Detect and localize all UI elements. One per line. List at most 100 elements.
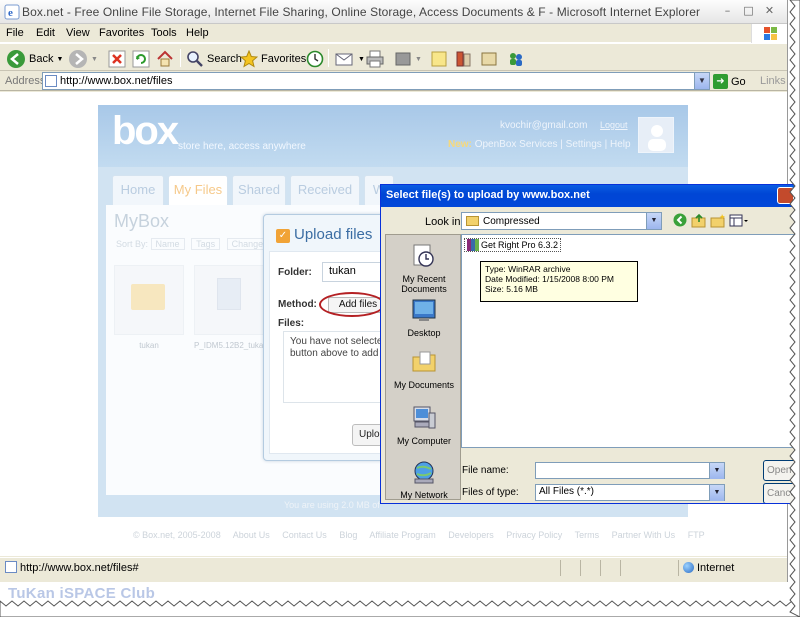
footer-link-terms[interactable]: Terms [575, 530, 600, 540]
up-folder-button[interactable] [691, 213, 707, 229]
files-of-type-select[interactable]: All Files (*.*) ▼ [535, 484, 725, 501]
views-menu-button[interactable] [729, 213, 749, 229]
file-name[interactable]: P_IDM5.12B2_tukan_seffenn.rar [194, 341, 310, 350]
tooltip-modified: Date Modified: 1/15/2008 8:00 PM [485, 274, 614, 284]
mail-dropdown-icon[interactable]: ▼ [358, 56, 365, 63]
stop-button[interactable] [108, 48, 126, 70]
sort-name-select[interactable]: Name [150, 238, 185, 250]
back-button[interactable]: Back ▼ [6, 48, 63, 70]
svg-text:e: e [8, 7, 13, 19]
go-button[interactable]: ➜ Go [713, 74, 746, 89]
mail-button[interactable]: ▼ [335, 48, 365, 70]
recent-documents-clock-icon [413, 244, 434, 267]
place-recent-documents[interactable]: My Recent Documents [386, 243, 462, 294]
status-divider [560, 560, 561, 576]
back-dropdown-icon[interactable]: ▼ [56, 56, 63, 63]
tab-my-files[interactable]: My Files [168, 175, 228, 205]
printer-icon [366, 50, 384, 68]
footer-link-developers[interactable]: Developers [448, 530, 494, 540]
menu-edit[interactable]: Edit [36, 27, 55, 39]
checkbox-icon: ✓ [276, 229, 290, 243]
footer-link-ftp[interactable]: FTP [688, 530, 705, 540]
ie-logo-icon: e [4, 4, 20, 20]
place-my-network[interactable]: My Network [386, 459, 462, 500]
tab-shared[interactable]: Shared [232, 175, 286, 205]
refresh-button[interactable] [132, 48, 150, 70]
menu-view[interactable]: View [66, 27, 90, 39]
address-input[interactable]: http://www.box.net/files ▼ [42, 72, 710, 90]
folder-name[interactable]: tukan [124, 341, 174, 350]
footer-link-privacy[interactable]: Privacy Policy [506, 530, 562, 540]
chevron-down-icon[interactable]: ▼ [646, 213, 661, 229]
print-button[interactable] [366, 48, 384, 70]
document-icon [217, 278, 241, 310]
menu-help[interactable]: Help [186, 27, 209, 39]
minimize-button[interactable]: – [720, 4, 735, 18]
place-my-computer[interactable]: My Computer [386, 405, 462, 446]
address-dropdown-icon[interactable]: ▼ [694, 73, 709, 89]
footer-link-affiliate[interactable]: Affiliate Program [369, 530, 435, 540]
close-button[interactable]: ✕ [762, 4, 777, 18]
discuss-button[interactable] [430, 48, 448, 70]
footer-link-contact[interactable]: Contact Us [282, 530, 327, 540]
place-desktop[interactable]: Desktop [386, 297, 462, 338]
chevron-down-icon[interactable]: ▼ [709, 485, 724, 501]
footer-link-about[interactable]: About Us [233, 530, 270, 540]
boxnet-logo[interactable]: box [112, 109, 179, 154]
tab-received[interactable]: Received [290, 175, 360, 205]
favorites-button[interactable]: Favorites [240, 48, 306, 70]
change-select[interactable]: Change [226, 238, 269, 250]
translate-button[interactable] [480, 48, 498, 70]
help-link[interactable]: Help [610, 139, 631, 150]
back-arrow-icon [7, 50, 25, 68]
menu-file[interactable]: File [6, 27, 24, 39]
tab-home[interactable]: Home [112, 175, 164, 205]
file-list-item[interactable]: Get Right Pro 6.3.2 [464, 238, 562, 252]
footer-link-partner[interactable]: Partner With Us [612, 530, 676, 540]
chevron-down-icon[interactable]: ▼ [709, 463, 724, 479]
file-name-input[interactable]: ▼ [535, 462, 725, 479]
favorites-star-icon [240, 50, 258, 68]
search-icon [187, 51, 203, 67]
place-label: Desktop [407, 328, 441, 338]
forward-button[interactable]: ▼ [68, 48, 98, 70]
new-folder-icon [710, 214, 725, 228]
upload-panel-title: Upload files [294, 226, 373, 243]
new-badge: New: [448, 139, 472, 150]
logout-link[interactable]: Logout [600, 120, 628, 130]
address-bar: Address http://www.box.net/files ▼ ➜ Go … [0, 71, 787, 91]
openbox-link[interactable]: OpenBox Services [475, 139, 558, 150]
footer-link-blog[interactable]: Blog [339, 530, 357, 540]
file-tile[interactable] [194, 265, 264, 335]
home-button[interactable] [156, 48, 174, 70]
status-divider [678, 560, 679, 576]
file-item-name: Get Right Pro 6.3.2 [481, 240, 559, 250]
file-list[interactable]: Get Right Pro 6.3.2 Type: WinRAR archive… [461, 234, 799, 448]
new-folder-button[interactable] [710, 213, 726, 229]
menu-favorites[interactable]: Favorites [99, 27, 144, 39]
sort-label: Sort By: [116, 239, 149, 249]
place-label: My Recent Documents [401, 274, 447, 294]
settings-link[interactable]: Settings [566, 139, 602, 150]
folder-tile[interactable] [114, 265, 184, 335]
address-url[interactable]: http://www.box.net/files [60, 75, 173, 87]
forward-dropdown-icon[interactable]: ▼ [91, 56, 98, 63]
sort-tags-select[interactable]: Tags [191, 238, 221, 250]
avatar[interactable] [638, 117, 674, 153]
search-button[interactable]: Search [186, 48, 242, 70]
look-in-select[interactable]: Compressed ▼ [461, 212, 662, 230]
edit-dropdown-icon[interactable]: ▼ [415, 56, 422, 63]
status-bar: http://www.box.net/files# Internet [0, 557, 787, 577]
menu-tools[interactable]: Tools [151, 27, 177, 39]
place-my-documents[interactable]: My Documents [386, 349, 462, 390]
history-button[interactable] [306, 48, 324, 70]
places-bar: My Recent Documents Desktop My Documents… [385, 234, 461, 500]
back-nav-button[interactable] [672, 213, 688, 229]
messenger-button[interactable] [507, 48, 525, 70]
research-button[interactable] [455, 48, 473, 70]
boxnet-tagline: store here, access anywhere [178, 141, 306, 152]
maximize-button[interactable]: □ [741, 4, 756, 18]
links-toolbar-label[interactable]: Links [760, 75, 786, 87]
address-label: Address [5, 75, 46, 87]
edit-button[interactable]: ▼ [394, 48, 422, 70]
